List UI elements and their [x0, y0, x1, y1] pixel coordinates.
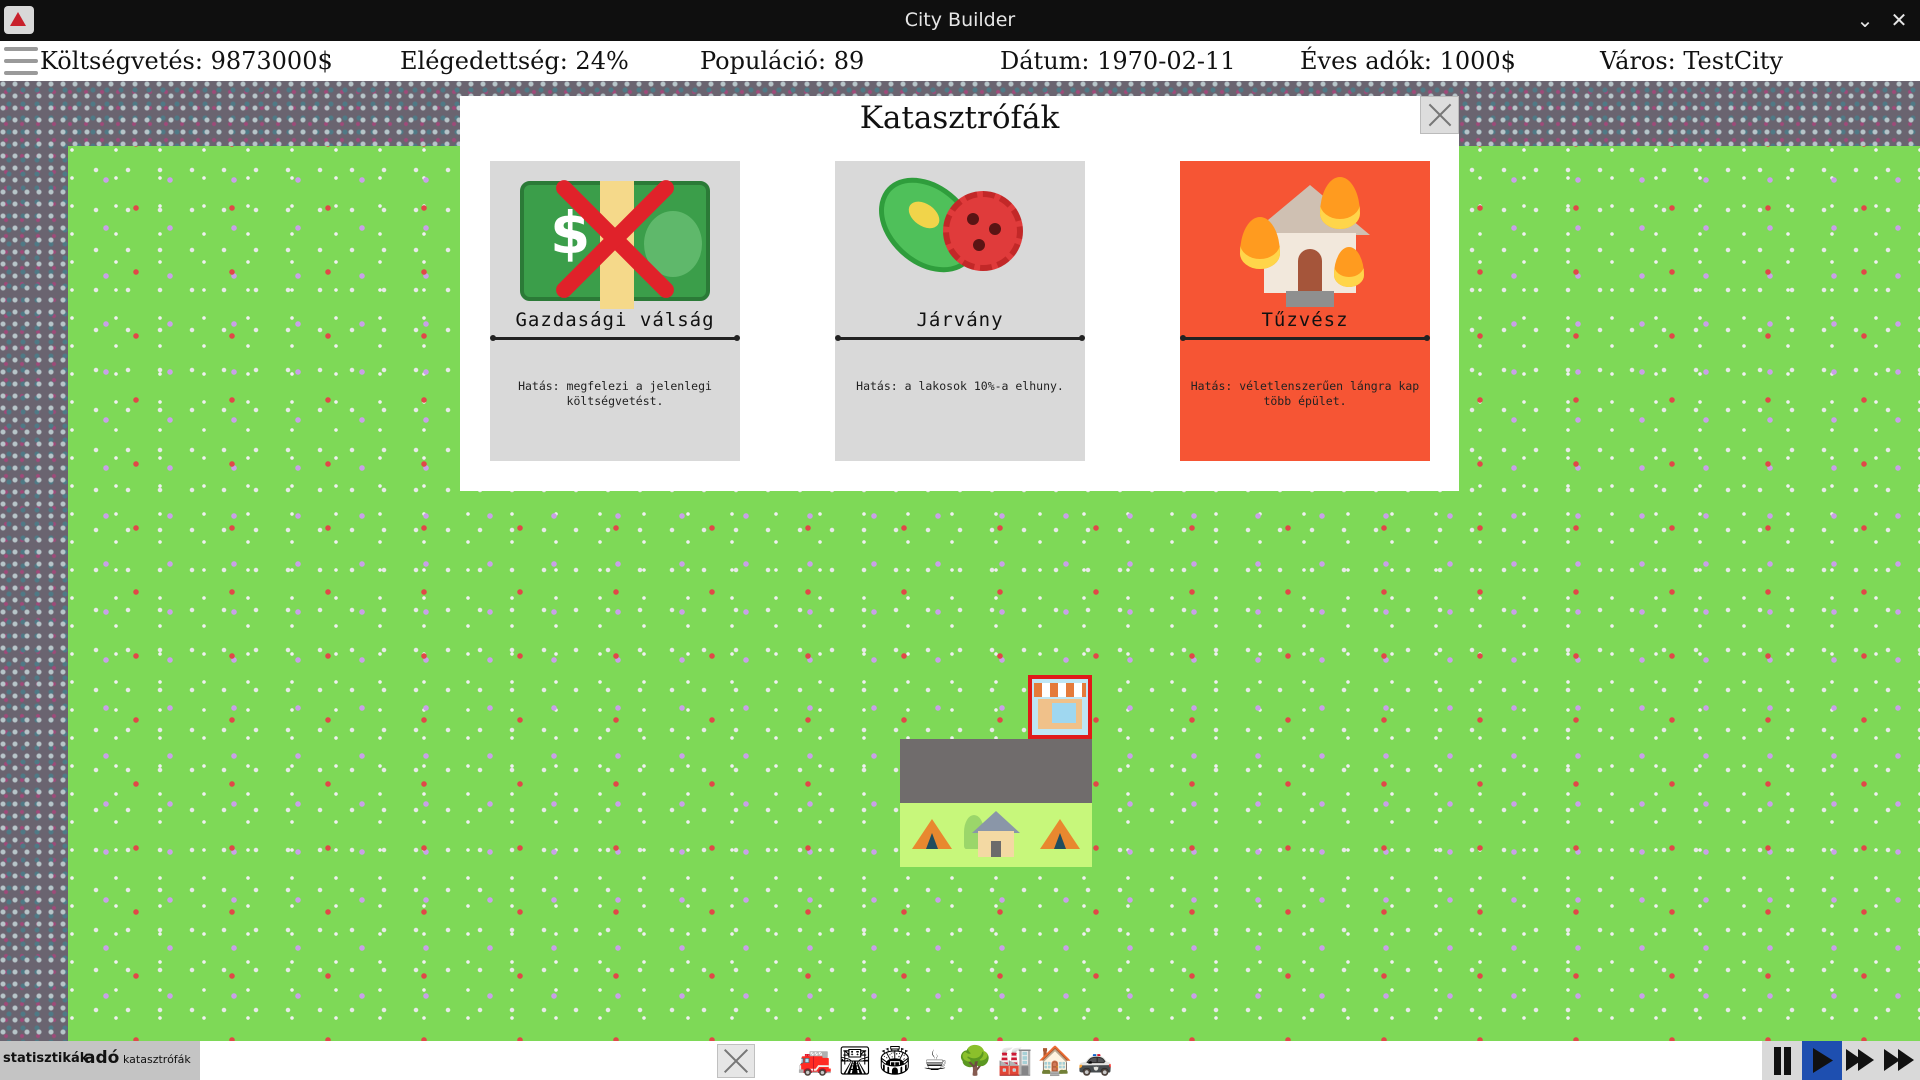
- bottom-tabs: statisztikák adó katasztrófák: [0, 1041, 200, 1080]
- road-icon[interactable]: 🛣: [836, 1043, 874, 1079]
- cafe-icon[interactable]: ☕: [916, 1043, 954, 1079]
- tab-disasters[interactable]: katasztrófák: [123, 1053, 191, 1066]
- card-description: Hatás: véletlenszerűen lángra kap több é…: [1190, 379, 1420, 408]
- cancel-tool-button[interactable]: [717, 1044, 755, 1078]
- pause-button[interactable]: [1762, 1041, 1802, 1080]
- annual-tax-stat: Éves adók: 1000$: [1300, 47, 1516, 75]
- card-divider: [835, 335, 1085, 341]
- satisfaction-stat: Elégedettség: 24%: [400, 47, 629, 75]
- card-divider: [490, 335, 740, 341]
- city-name-stat: Város: TestCity: [1600, 47, 1783, 75]
- budget-stat: Költségvetés: 9873000$: [40, 47, 333, 75]
- tab-tax[interactable]: adó: [84, 1048, 119, 1068]
- economic-crisis-icon: $: [490, 161, 740, 331]
- fastest-forward-button[interactable]: [1880, 1041, 1920, 1080]
- house-icon[interactable]: 🏠: [1036, 1043, 1074, 1079]
- window-close-button[interactable]: ✕: [1886, 7, 1912, 33]
- disaster-card-fire[interactable]: Tűzvész Hatás: véletlenszerűen lángra ka…: [1180, 161, 1430, 461]
- window-titlebar: City Builder ⌄ ✕: [0, 0, 1920, 41]
- house-icon: [972, 811, 1020, 859]
- disaster-card-epidemic[interactable]: Járvány Hatás: a lakosok 10%-a elhuny.: [835, 160, 1085, 461]
- shop-building[interactable]: [1028, 675, 1092, 739]
- card-title: Tűzvész: [1261, 309, 1349, 331]
- bottom-toolbar: statisztikák adó katasztrófák 🚒 🛣 🏟 ☕ 🌳 🏭 🏠 🚓: [0, 1041, 1920, 1080]
- menu-icon[interactable]: [4, 45, 38, 77]
- card-title: Járvány: [916, 309, 1004, 331]
- population-stat: Populáció: 89: [700, 47, 865, 75]
- epidemic-icon: [835, 160, 1085, 331]
- play-button[interactable]: [1802, 1041, 1842, 1080]
- dialog-close-button[interactable]: [1420, 96, 1459, 134]
- card-description: Hatás: megfelezi a jelenlegi költségveté…: [518, 379, 712, 408]
- tab-statistics[interactable]: statisztikák: [3, 1051, 88, 1066]
- disaster-card-economic-crisis[interactable]: $ Gazdasági válság Hatás: megfelezi a je…: [490, 161, 740, 461]
- stadium-icon[interactable]: 🏟: [876, 1043, 914, 1079]
- tree-icon[interactable]: 🌳: [956, 1043, 994, 1079]
- dialog-title: Katasztrófák: [859, 100, 1060, 136]
- card-description: Hatás: a lakosok 10%-a elhuny.: [856, 379, 1064, 393]
- disasters-dialog: Katasztrófák $ Gazdasági válság Hatás: m…: [460, 96, 1459, 491]
- road-tile[interactable]: [900, 739, 1092, 803]
- factory-icon[interactable]: 🏭: [996, 1043, 1034, 1079]
- fast-forward-button[interactable]: [1842, 1041, 1882, 1080]
- fire-icon: [1180, 161, 1430, 331]
- chevron-down-icon[interactable]: ⌄: [1852, 7, 1878, 33]
- window-title: City Builder: [904, 9, 1016, 31]
- card-title: Gazdasági válság: [515, 309, 715, 331]
- date-stat: Dátum: 1970-02-11: [1000, 47, 1236, 75]
- police-icon[interactable]: 🚓: [1076, 1043, 1114, 1079]
- fire-station-icon[interactable]: 🚒: [796, 1043, 834, 1079]
- speed-controls: [1762, 1041, 1920, 1080]
- card-divider: [1180, 335, 1430, 341]
- stats-bar: Költségvetés: 9873000$ Elégedettség: 24%…: [0, 41, 1920, 81]
